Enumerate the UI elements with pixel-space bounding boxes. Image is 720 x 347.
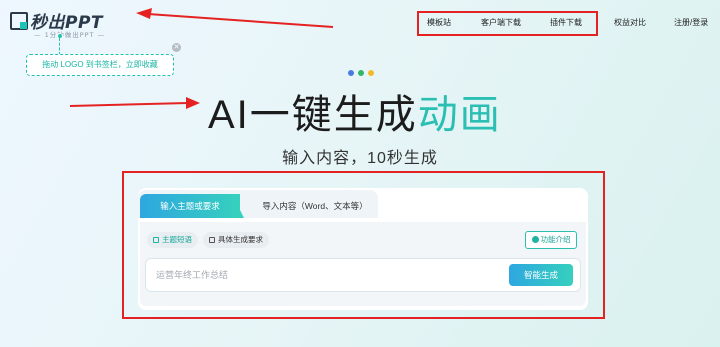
tab-notch xyxy=(232,194,244,218)
tab-import-content[interactable]: 导入内容（Word、文本等） xyxy=(252,194,378,218)
document-icon xyxy=(209,237,215,243)
nav-item-templates[interactable]: 模板站 xyxy=(427,17,451,28)
logo-mark-icon xyxy=(10,12,28,30)
annotation-arrow-logo xyxy=(136,8,334,28)
nav-item-client-download[interactable]: 客户端下载 xyxy=(481,17,521,28)
play-icon xyxy=(531,236,539,243)
generate-button[interactable]: 智能生成 xyxy=(509,264,573,286)
dot-blue xyxy=(348,70,354,76)
drag-handle-dot[interactable] xyxy=(57,33,63,39)
dot-green xyxy=(358,70,364,76)
drag-logo-tip: 拖动 LOGO 到书签栏，立即收藏 xyxy=(26,54,174,76)
chip-detailed-requirements[interactable]: 具体生成要求 xyxy=(203,232,269,248)
drag-connector-line xyxy=(59,38,60,55)
topic-input[interactable] xyxy=(156,266,486,284)
chip-topic-phrase[interactable]: 主题短语 xyxy=(147,232,198,248)
dot-yellow xyxy=(368,70,374,76)
close-icon[interactable]: ✕ xyxy=(172,43,181,52)
nav-item-register-login[interactable]: 注册/登录 xyxy=(674,17,708,28)
headline-main: AI一键生成 xyxy=(208,93,418,137)
nav-item-plugin-download[interactable]: 插件下载 xyxy=(550,17,582,28)
page-title: AI一键生成动画 xyxy=(208,82,502,140)
feature-intro-button[interactable]: 功能介绍 xyxy=(525,231,577,249)
page-subtitle: 输入内容，10秒生成 xyxy=(282,150,438,167)
headline-highlight: 动画 xyxy=(417,93,502,137)
annotation-arrow-headline xyxy=(69,97,200,109)
logo[interactable]: 秒出PPT — 1分钟做出PPT — xyxy=(8,8,118,39)
tab-topic-input[interactable]: 输入主题或要求 xyxy=(140,194,240,218)
nav-item-benefits-compare[interactable]: 权益对比 xyxy=(614,17,646,28)
logo-tagline: — 1分钟做出PPT — xyxy=(34,31,106,39)
edit-icon xyxy=(153,237,159,243)
